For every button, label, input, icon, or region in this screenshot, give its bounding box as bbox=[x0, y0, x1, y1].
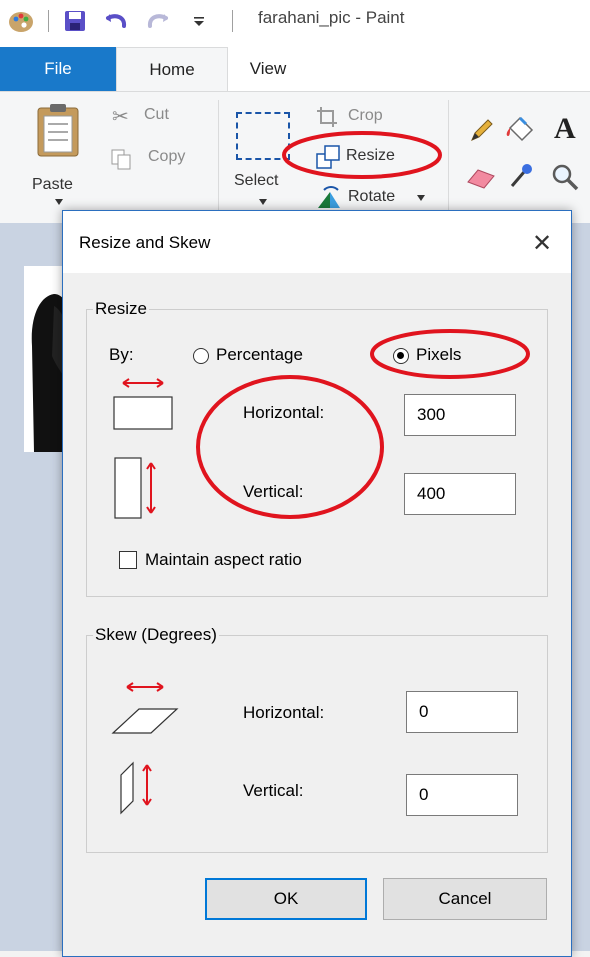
select-label: Select bbox=[234, 172, 279, 189]
resize-and-skew-dialog: Resize and Skew ✕ Resize By: Percentage … bbox=[62, 210, 572, 957]
pencil-icon[interactable] bbox=[468, 116, 496, 144]
rotate-dropdown-icon[interactable] bbox=[416, 194, 426, 202]
paste-label: Paste bbox=[32, 176, 73, 193]
ribbon: Paste ✂ Cut Copy Select Crop Resize Rota… bbox=[0, 91, 590, 224]
select-dropdown-icon[interactable] bbox=[258, 198, 268, 206]
maintain-aspect-ratio-label: Maintain aspect ratio bbox=[145, 550, 302, 569]
rotate-icon bbox=[318, 186, 340, 208]
resize-icon bbox=[316, 145, 340, 169]
title-separator bbox=[232, 10, 233, 32]
maintain-aspect-ratio-option[interactable]: Maintain aspect ratio bbox=[119, 549, 379, 573]
quick-access-separator bbox=[48, 10, 49, 32]
save-icon[interactable] bbox=[64, 10, 86, 32]
close-icon: ✕ bbox=[531, 229, 553, 257]
resize-vertical-input[interactable]: 400 bbox=[404, 473, 516, 515]
cut-label: Cut bbox=[144, 106, 169, 123]
pixels-radio-option[interactable]: Pixels bbox=[393, 345, 493, 369]
select-button[interactable]: Select bbox=[228, 98, 298, 210]
skew-vertical-label: Vertical: bbox=[243, 781, 304, 800]
skew-group-legend: Skew (Degrees) bbox=[95, 625, 217, 644]
redo-icon[interactable] bbox=[146, 10, 170, 32]
copy-button[interactable]: Copy bbox=[106, 144, 202, 172]
pixels-radio[interactable] bbox=[393, 348, 409, 364]
fill-bucket-icon[interactable] bbox=[504, 114, 536, 144]
skew-horizontal-icon bbox=[111, 682, 179, 734]
tab-home[interactable]: Home bbox=[116, 47, 228, 92]
skew-horizontal-input[interactable]: 0 bbox=[406, 691, 518, 733]
scissors-icon: ✂ bbox=[112, 106, 129, 128]
by-label: By: bbox=[109, 345, 134, 364]
resize-group-legend: Resize bbox=[95, 299, 147, 318]
undo-icon[interactable] bbox=[104, 10, 128, 32]
resize-label: Resize bbox=[346, 147, 395, 164]
tab-file[interactable]: File bbox=[0, 47, 116, 91]
dialog-title: Resize and Skew bbox=[79, 233, 211, 252]
skew-group: Skew (Degrees) bbox=[86, 625, 548, 853]
window-title: farahani_pic - Paint bbox=[258, 8, 405, 27]
paste-dropdown-icon[interactable] bbox=[54, 198, 64, 206]
pixels-label: Pixels bbox=[416, 345, 462, 364]
title-bar: farahani_pic - Paint bbox=[0, 0, 590, 42]
rotate-label: Rotate bbox=[348, 188, 396, 205]
tab-view[interactable]: View bbox=[228, 47, 308, 91]
percentage-label: Percentage bbox=[216, 345, 303, 364]
resize-horizontal-icon bbox=[113, 378, 173, 430]
dialog-title-bar: Resize and Skew ✕ bbox=[63, 211, 571, 273]
eraser-icon[interactable] bbox=[466, 164, 496, 190]
crop-button[interactable]: Crop bbox=[314, 104, 414, 132]
magnifier-icon[interactable] bbox=[550, 162, 580, 192]
text-tool-icon[interactable]: A bbox=[554, 112, 576, 146]
resize-button[interactable]: Resize bbox=[312, 142, 424, 172]
paste-button[interactable]: Paste bbox=[20, 98, 94, 208]
percentage-radio-option[interactable]: Percentage bbox=[193, 345, 343, 369]
skew-horizontal-label: Horizontal: bbox=[243, 703, 325, 722]
color-picker-icon[interactable] bbox=[508, 162, 534, 190]
ribbon-separator bbox=[448, 100, 449, 212]
clipboard-icon bbox=[37, 104, 79, 157]
crop-label: Crop bbox=[348, 107, 383, 124]
skew-vertical-input[interactable]: 0 bbox=[406, 774, 518, 816]
copy-icon bbox=[111, 149, 131, 170]
crop-icon bbox=[317, 107, 337, 127]
resize-vertical-icon bbox=[114, 457, 156, 519]
resize-horizontal-input[interactable]: 300 bbox=[404, 394, 516, 436]
rotate-button[interactable]: Rotate bbox=[312, 184, 428, 212]
select-rectangle-icon bbox=[236, 112, 290, 160]
paint-app-icon[interactable] bbox=[8, 8, 34, 34]
maintain-aspect-ratio-checkbox[interactable] bbox=[119, 551, 137, 569]
cancel-button[interactable]: Cancel bbox=[383, 878, 547, 920]
percentage-radio[interactable] bbox=[193, 348, 209, 364]
skew-vertical-icon bbox=[120, 761, 152, 815]
resize-vertical-label: Vertical: bbox=[243, 482, 304, 501]
customize-quick-access-icon[interactable] bbox=[192, 14, 206, 28]
ok-button[interactable]: OK bbox=[205, 878, 367, 920]
copy-label: Copy bbox=[148, 148, 186, 165]
close-button[interactable]: ✕ bbox=[523, 225, 561, 261]
resize-horizontal-label: Horizontal: bbox=[243, 403, 325, 422]
cut-button[interactable]: ✂ Cut bbox=[106, 102, 202, 130]
ribbon-separator bbox=[218, 100, 219, 212]
